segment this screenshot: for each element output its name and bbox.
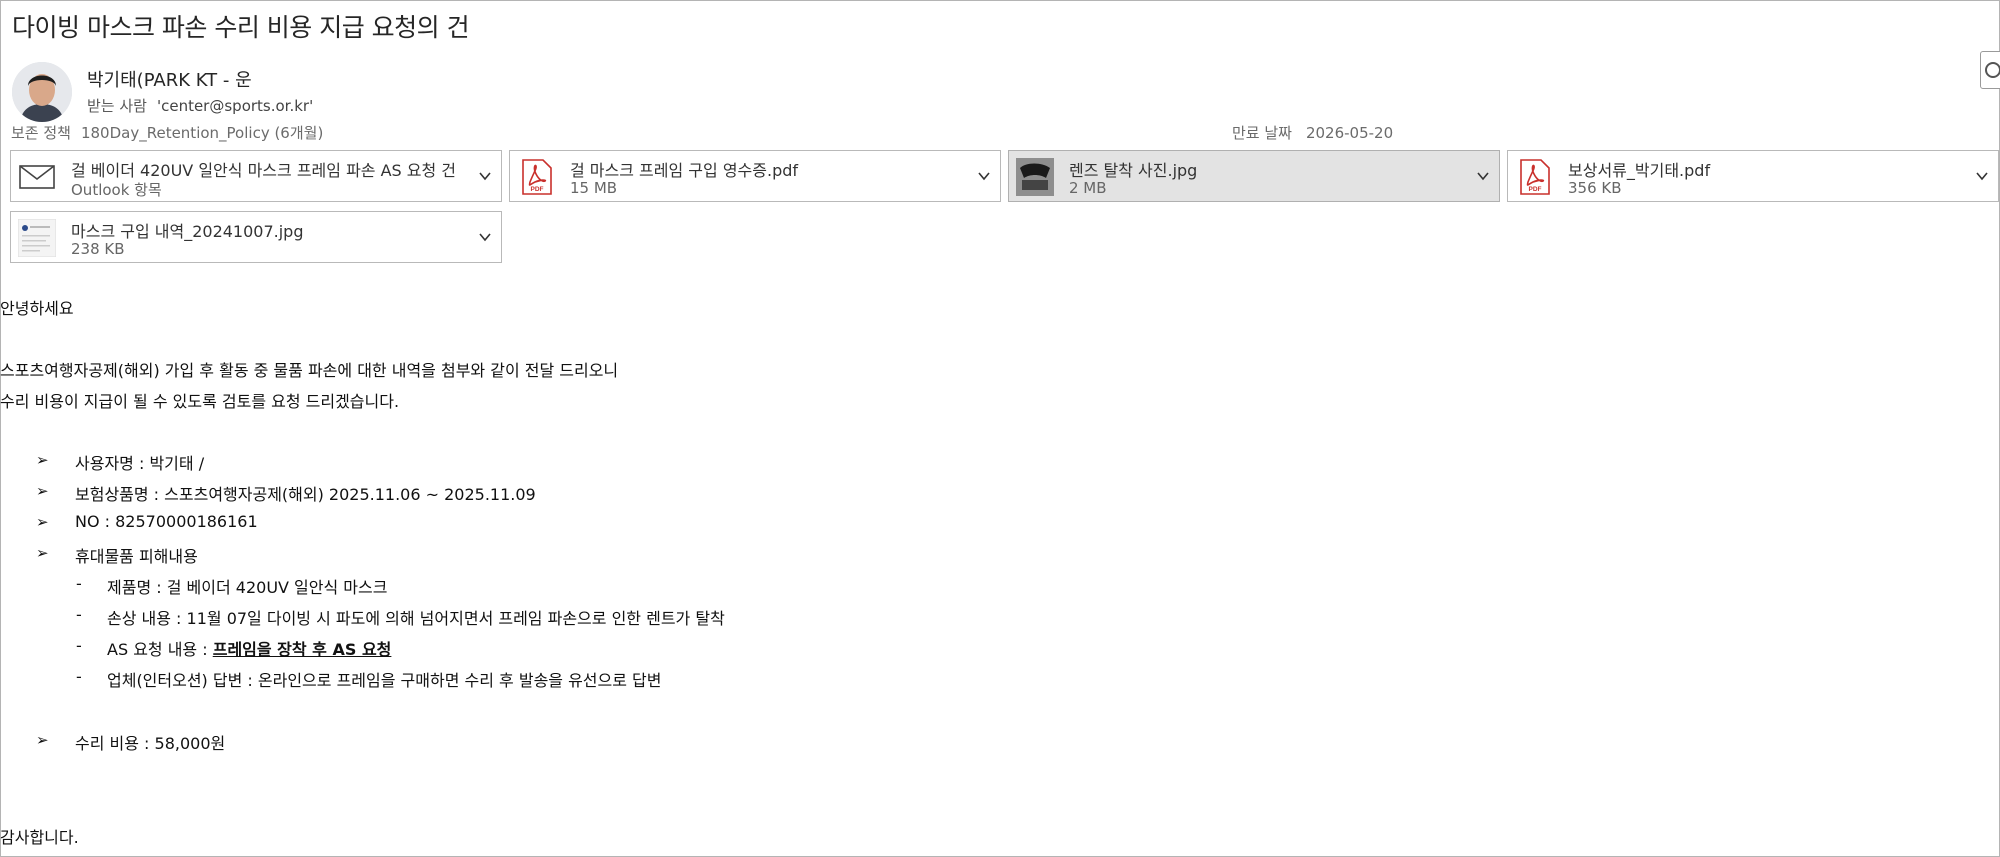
- dash-marker: -: [76, 636, 82, 655]
- image-thumbnail: [18, 219, 56, 257]
- bullet-arrow-icon: ➢: [36, 544, 49, 562]
- recipients-row: 받는 사람 'center@sports.or.kr': [87, 95, 313, 116]
- sub-as-request: AS 요청 내용 : 프레임을 장착 후 AS 요청: [107, 636, 391, 660]
- pdf-icon: PDF: [1520, 159, 1550, 195]
- attachment-receipt-pdf[interactable]: PDF 걸 마스크 프레임 구입 영수증.pdf 15 MB: [509, 150, 1001, 202]
- retention-value: 180Day_Retention_Policy (6개월): [80, 124, 324, 142]
- bullet-arrow-icon: ➢: [36, 731, 49, 749]
- to-recipient[interactable]: 'center@sports.or.kr': [157, 97, 313, 115]
- body-paragraph-1: 스포츠여행자공제(해외) 가입 후 활동 중 물품 파손에 대한 내역을 첨부와…: [0, 361, 619, 380]
- attachment-name: 걸 마스크 프레임 구입 영수증.pdf: [570, 161, 799, 180]
- chevron-down-icon[interactable]: [477, 229, 493, 245]
- bullet-user: 사용자명 : 박기태 /: [75, 454, 205, 473]
- chevron-down-icon[interactable]: [1475, 168, 1491, 184]
- retention-label: 보존 정책: [11, 124, 71, 142]
- mail-icon: [19, 165, 55, 189]
- attachment-size: 238 KB: [71, 240, 125, 258]
- svg-text:PDF: PDF: [1529, 186, 1542, 193]
- attachment-name: 보상서류_박기태.pdf: [1568, 161, 1711, 180]
- chevron-down-icon[interactable]: [976, 168, 992, 184]
- dash-marker: -: [76, 574, 82, 593]
- sub-vendor-reply: 업체(인터오션) 답변 : 온라인으로 프레임을 구매하면 수리 후 발송을 유…: [107, 671, 662, 690]
- expiry-value: 2026-05-20: [1305, 124, 1394, 142]
- message-subject: 다이빙 마스크 파손 수리 비용 지급 요청의 건: [12, 13, 470, 42]
- dash-marker: -: [76, 605, 82, 624]
- avatar-photo: [12, 62, 72, 122]
- attachment-purchase-history[interactable]: 마스크 구입 내역_20241007.jpg 238 KB: [10, 211, 502, 263]
- dash-marker: -: [76, 667, 82, 686]
- to-label: 받는 사람: [87, 97, 147, 115]
- bullet-cost: 수리 비용 : 58,000원: [75, 734, 226, 753]
- attachment-lens-photo[interactable]: 렌즈 탈착 사진.jpg 2 MB: [1008, 150, 1500, 202]
- svg-text:PDF: PDF: [531, 186, 544, 193]
- attachment-size: Outlook 항목: [71, 181, 162, 199]
- attachment-name: 렌즈 탈착 사진.jpg: [1069, 161, 1198, 180]
- bullet-arrow-icon: ➢: [36, 482, 49, 500]
- bullet-damage-title: 휴대물품 피해내용: [75, 547, 198, 566]
- body-greeting: 안녕하세요: [0, 299, 74, 318]
- smiley-icon: [1985, 62, 2000, 78]
- pdf-icon: PDF: [522, 159, 552, 195]
- reactions-button[interactable]: [1980, 51, 2000, 89]
- expiry-label: 만료 날짜: [1232, 124, 1292, 142]
- bullet-product: 보험상품명 : 스포츠여행자공제(해외) 2025.11.06 ~ 2025.1…: [75, 485, 536, 504]
- bullet-arrow-icon: ➢: [36, 513, 49, 531]
- as-request-value: 프레임을 장착 후 AS 요청: [212, 640, 392, 659]
- chevron-down-icon[interactable]: [1974, 168, 1990, 184]
- as-request-label: AS 요청 내용 :: [107, 640, 213, 659]
- sub-damage-content: 손상 내용 : 11월 07일 다이빙 시 파도에 의해 넘어지면서 프레임 파…: [107, 609, 725, 628]
- bullet-no: NO : 82570000186161: [75, 512, 258, 531]
- body-paragraph-2: 수리 비용이 지급이 될 수 있도록 검토를 요청 드리겠습니다.: [0, 392, 400, 411]
- attachment-size: 356 KB: [1568, 179, 1622, 197]
- body-closing: 감사합니다.: [0, 828, 79, 847]
- sender-name[interactable]: 박기태(PARK KT - 운: [87, 66, 252, 92]
- chevron-down-icon[interactable]: [477, 168, 493, 184]
- attachment-name: 마스크 구입 내역_20241007.jpg: [71, 222, 304, 241]
- attachment-name: 걸 베이더 420UV 일안식 마스크 프레임 파손 AS 요청 건: [71, 161, 457, 180]
- attachment-size: 15 MB: [570, 179, 618, 197]
- retention-policy: 보존 정책 180Day_Retention_Policy (6개월): [11, 122, 323, 143]
- image-thumbnail: [1016, 158, 1054, 196]
- attachment-size: 2 MB: [1069, 179, 1107, 197]
- attachment-claim-pdf[interactable]: PDF 보상서류_박기태.pdf 356 KB: [1507, 150, 1999, 202]
- expiry-date: 만료 날짜 2026-05-20: [1232, 122, 1393, 143]
- attachment-outlook-item[interactable]: 걸 베이더 420UV 일안식 마스크 프레임 파손 AS 요청 건 Outlo…: [10, 150, 502, 202]
- bullet-arrow-icon: ➢: [36, 451, 49, 469]
- sub-item-name: 제품명 : 걸 베이더 420UV 일안식 마스크: [107, 578, 388, 597]
- sender-avatar[interactable]: [12, 62, 72, 122]
